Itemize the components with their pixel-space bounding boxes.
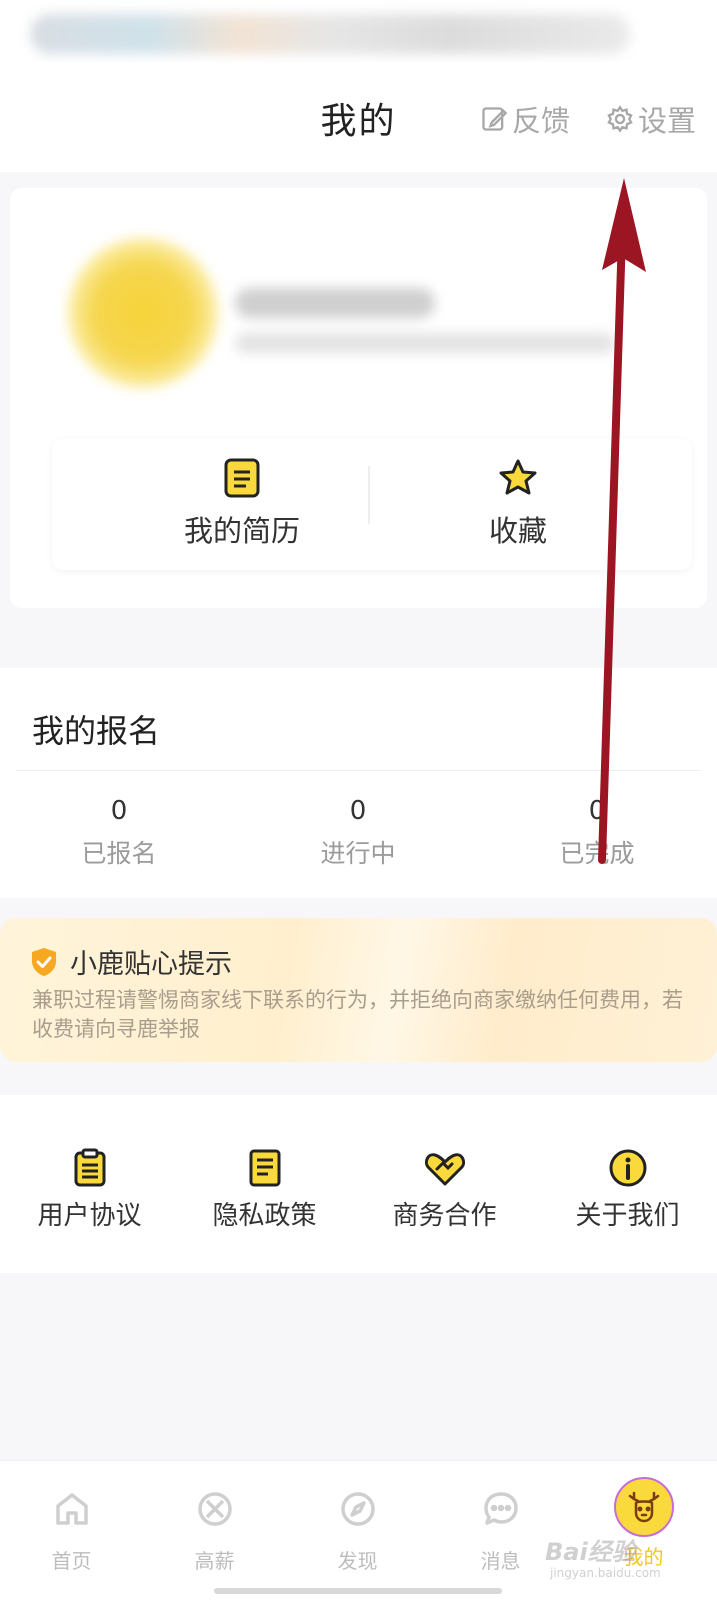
watermark-logo: Bai经验 [545, 1538, 636, 1566]
watermark-url: jingyan.baidu.com [550, 1566, 661, 1580]
annotation-arrow [598, 178, 646, 864]
